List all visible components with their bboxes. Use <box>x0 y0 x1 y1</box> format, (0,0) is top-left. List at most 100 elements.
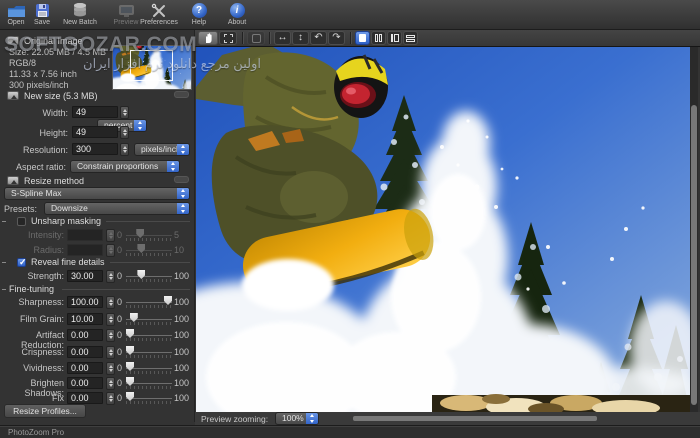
reveal-section-title: Reveal fine details <box>31 257 105 267</box>
navigator-marquee[interactable] <box>130 50 173 81</box>
marquee-tool-button[interactable] <box>219 31 237 45</box>
floppy-icon <box>29 1 55 18</box>
split-wide-icon <box>390 34 393 42</box>
strength-stepper[interactable] <box>106 270 115 283</box>
fit-width-button[interactable]: ↔ <box>274 31 291 45</box>
width-stepper[interactable] <box>120 106 129 119</box>
help-icon: ? <box>186 1 212 18</box>
slider-thumb <box>136 229 145 238</box>
brighten-field[interactable]: 0.00 <box>67 377 103 389</box>
view-split-horizontal-button[interactable] <box>403 31 418 45</box>
view-split-vertical-button[interactable] <box>371 31 386 45</box>
vertical-scrollbar[interactable] <box>690 47 698 412</box>
crispness-label: Crispness: <box>21 347 64 357</box>
slider-thumb[interactable] <box>126 362 134 371</box>
sharpness-field[interactable]: 100.00 <box>67 296 103 308</box>
overexposure-stepper[interactable] <box>106 392 115 405</box>
filmgrain-slider[interactable] <box>126 313 172 325</box>
single-pane-icon <box>359 34 366 42</box>
collapse-method-button[interactable] <box>7 176 19 185</box>
help-button[interactable]: ? Help <box>186 1 212 29</box>
filmgrain-field[interactable]: 10.00 <box>67 313 103 325</box>
strength-slider[interactable] <box>126 270 172 282</box>
save-button[interactable]: Save <box>29 1 55 29</box>
collapse-newsize-button[interactable] <box>7 91 19 100</box>
aspect-ratio-dropdown[interactable]: Constrain proportions <box>70 160 180 173</box>
artifact-slider[interactable] <box>126 329 172 341</box>
crop-selection-button <box>247 31 265 45</box>
slider-thumb[interactable] <box>126 329 134 338</box>
snowboarder-photo <box>196 47 690 412</box>
original-dimensions: 11.33 x 7.56 inch <box>9 69 77 79</box>
fit-width-icon: ↔ <box>277 32 288 43</box>
vividness-slider[interactable] <box>126 362 172 374</box>
presets-dropdown[interactable]: Downsize <box>44 202 190 215</box>
resolution-stepper[interactable] <box>120 143 129 156</box>
width-field[interactable]: 49 <box>72 106 118 118</box>
resolution-unit-dropdown[interactable]: pixels/inch <box>134 143 190 156</box>
vividness-stepper[interactable] <box>106 362 115 375</box>
navigator-thumbnail[interactable] <box>112 45 192 90</box>
slider-thumb[interactable] <box>164 296 172 305</box>
sharpness-stepper[interactable] <box>106 296 115 309</box>
height-label: Height: <box>39 128 68 138</box>
crop-icon <box>251 33 261 43</box>
section-dash <box>2 289 6 290</box>
horizontal-scrollbar-thumb[interactable] <box>353 416 597 421</box>
height-field[interactable]: 49 <box>72 126 118 138</box>
intensity-slider <box>126 229 172 241</box>
newsize-info-pill[interactable] <box>174 91 189 98</box>
artifact-field[interactable]: 0.00 <box>67 329 103 341</box>
resolution-field[interactable]: 300 <box>72 143 118 155</box>
view-single-button[interactable] <box>355 31 370 45</box>
slider-thumb[interactable] <box>126 392 134 401</box>
intensity-stepper <box>106 229 115 242</box>
resolution-label: Resolution: <box>22 145 68 155</box>
settings-sidebar: Original Image Size: 22.05 MB / 4.5 MB R… <box>0 30 195 422</box>
reveal-checkbox[interactable] <box>17 257 27 268</box>
batch-icon <box>58 1 102 18</box>
open-button[interactable]: Open <box>2 1 30 29</box>
preferences-button[interactable]: Preferences <box>138 1 180 29</box>
slider-thumb <box>137 244 146 253</box>
intensity-label: Intensity: <box>27 230 64 240</box>
view-split-wide-button[interactable] <box>387 31 402 45</box>
collapse-original-button[interactable] <box>7 36 19 45</box>
rotate-left-icon: ↶ <box>314 32 323 43</box>
vividness-field[interactable]: 0.00 <box>67 362 103 374</box>
crispness-slider[interactable] <box>126 346 172 358</box>
pan-tool-button[interactable] <box>198 31 218 45</box>
section-divider <box>110 262 190 263</box>
preview-zoom-dropdown[interactable]: 100% <box>275 412 319 425</box>
crispness-stepper[interactable] <box>106 346 115 359</box>
about-button[interactable]: i About <box>222 1 252 29</box>
fit-height-button[interactable]: ↕ <box>292 31 309 45</box>
resize-profiles-button[interactable]: Resize Profiles... <box>4 404 86 418</box>
original-resolution: 300 pixels/inch <box>9 80 69 90</box>
brighten-stepper[interactable] <box>106 377 115 390</box>
split-pane-icon <box>375 34 378 42</box>
vertical-scrollbar-thumb[interactable] <box>691 105 697 405</box>
sharpness-slider[interactable] <box>126 296 172 308</box>
brighten-slider[interactable] <box>126 377 172 389</box>
original-section-title: Original Image <box>24 36 83 46</box>
preview-image[interactable] <box>196 47 690 412</box>
slider-thumb[interactable] <box>126 377 134 386</box>
overexposure-slider[interactable] <box>126 392 172 404</box>
method-dropdown[interactable]: S-Spline Max <box>4 187 190 200</box>
artifact-stepper[interactable] <box>106 329 115 342</box>
overexposure-field[interactable]: 0.00 <box>67 392 103 404</box>
method-info-pill[interactable] <box>174 176 189 183</box>
rotate-right-button[interactable]: ↷ <box>328 31 345 45</box>
rotate-left-button[interactable]: ↶ <box>310 31 327 45</box>
filmgrain-stepper[interactable] <box>106 313 115 326</box>
height-stepper[interactable] <box>120 126 129 139</box>
tools-icon <box>138 1 180 18</box>
unsharp-checkbox[interactable] <box>17 217 26 226</box>
strength-field[interactable]: 30.00 <box>67 270 103 282</box>
slider-thumb[interactable] <box>129 313 138 322</box>
new-batch-button[interactable]: New Batch <box>58 1 102 29</box>
slider-thumb[interactable] <box>126 346 134 355</box>
slider-thumb[interactable] <box>137 270 146 279</box>
crispness-field[interactable]: 0.00 <box>67 346 103 358</box>
